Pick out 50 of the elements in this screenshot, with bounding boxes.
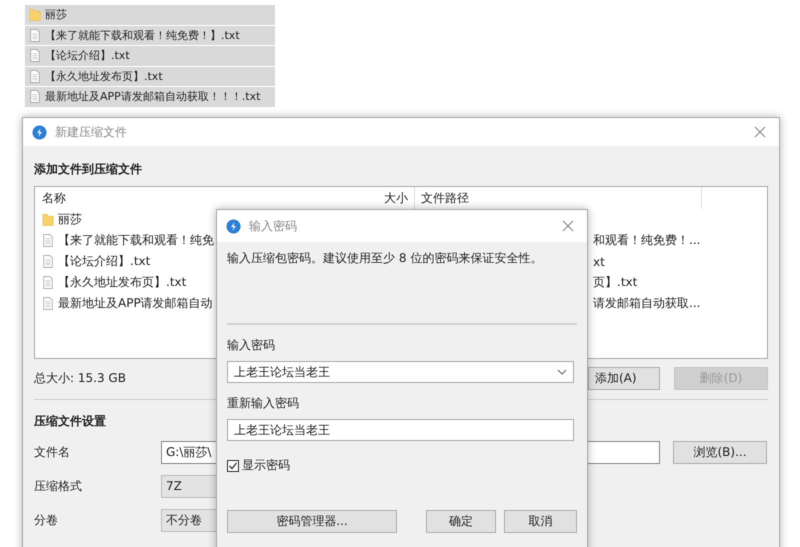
field-label: 文件名: [34, 444, 71, 461]
dialog-button[interactable]: 密码管理器...: [227, 510, 397, 533]
file-list-item[interactable]: 最新地址及APP请发邮箱自动获取！！！.txt: [25, 87, 275, 106]
file-path: xt: [593, 254, 605, 268]
file-name: 丽莎: [58, 211, 82, 228]
document-icon: [42, 275, 54, 290]
checkbox[interactable]: [227, 460, 239, 472]
document-icon: [29, 28, 41, 43]
app-logo-icon: [226, 218, 241, 234]
column-header[interactable]: 名称: [35, 190, 377, 206]
document-icon: [42, 254, 54, 269]
file-path: 页】.txt: [593, 275, 638, 289]
document-icon: [29, 48, 41, 64]
browse-button[interactable]: 浏览(B)...: [673, 441, 767, 464]
close-icon: [754, 126, 766, 138]
file-name: 【论坛介绍】.txt: [58, 253, 150, 270]
instruction-text: 输入压缩包密码。建议使用至少 8 位的密码来保证安全性。: [227, 250, 544, 266]
file-path: 和观看！纯免费！...: [593, 233, 700, 247]
app-logo-icon: [32, 124, 47, 140]
document-icon: [29, 89, 41, 104]
close-icon: [562, 220, 574, 232]
file-list-item[interactable]: 【论坛介绍】.txt: [25, 46, 275, 66]
field-label: 重新输入密码: [227, 395, 300, 411]
file-path: 请发邮箱自动获取...: [593, 296, 700, 310]
checkbox-label: 显示密码: [242, 457, 290, 474]
action-button[interactable]: 添加(A): [588, 366, 660, 390]
window-title: 输入密码: [249, 218, 298, 234]
document-icon: [42, 296, 54, 311]
document-icon: [42, 233, 54, 248]
field-label: 压缩格式: [34, 478, 83, 495]
file-name: 最新地址及APP请发邮箱自动: [58, 295, 213, 312]
dialog-button[interactable]: 取消: [504, 510, 577, 533]
chevron-down-icon: [557, 369, 567, 375]
file-list-item[interactable]: 【来了就能下载和观看！纯免费！】.txt: [25, 26, 275, 45]
field-label: 输入密码: [227, 337, 276, 353]
field-label: 分卷: [34, 512, 59, 529]
folder-icon: [29, 7, 41, 22]
window-title: 新建压缩文件: [55, 124, 128, 140]
file-list-item[interactable]: 丽莎: [25, 5, 275, 24]
file-name: 【永久地址发布页】.txt: [58, 274, 186, 291]
file-list-item[interactable]: 【永久地址发布页】.txt: [25, 66, 275, 86]
folder-icon: [42, 212, 54, 227]
input-field[interactable]: 上老王论坛当老王: [227, 419, 574, 441]
dialog-button[interactable]: 确定: [426, 510, 496, 533]
document-icon: [29, 68, 41, 84]
section-title: 压缩文件设置: [34, 413, 106, 430]
file-name: 【来了就能下载和观看！纯免: [58, 232, 214, 249]
section-title: 添加文件到压缩文件: [34, 161, 142, 178]
password-dropdown[interactable]: 上老王论坛当老王: [227, 361, 574, 383]
total-size: 总大小: 15.3 GB: [34, 370, 126, 386]
